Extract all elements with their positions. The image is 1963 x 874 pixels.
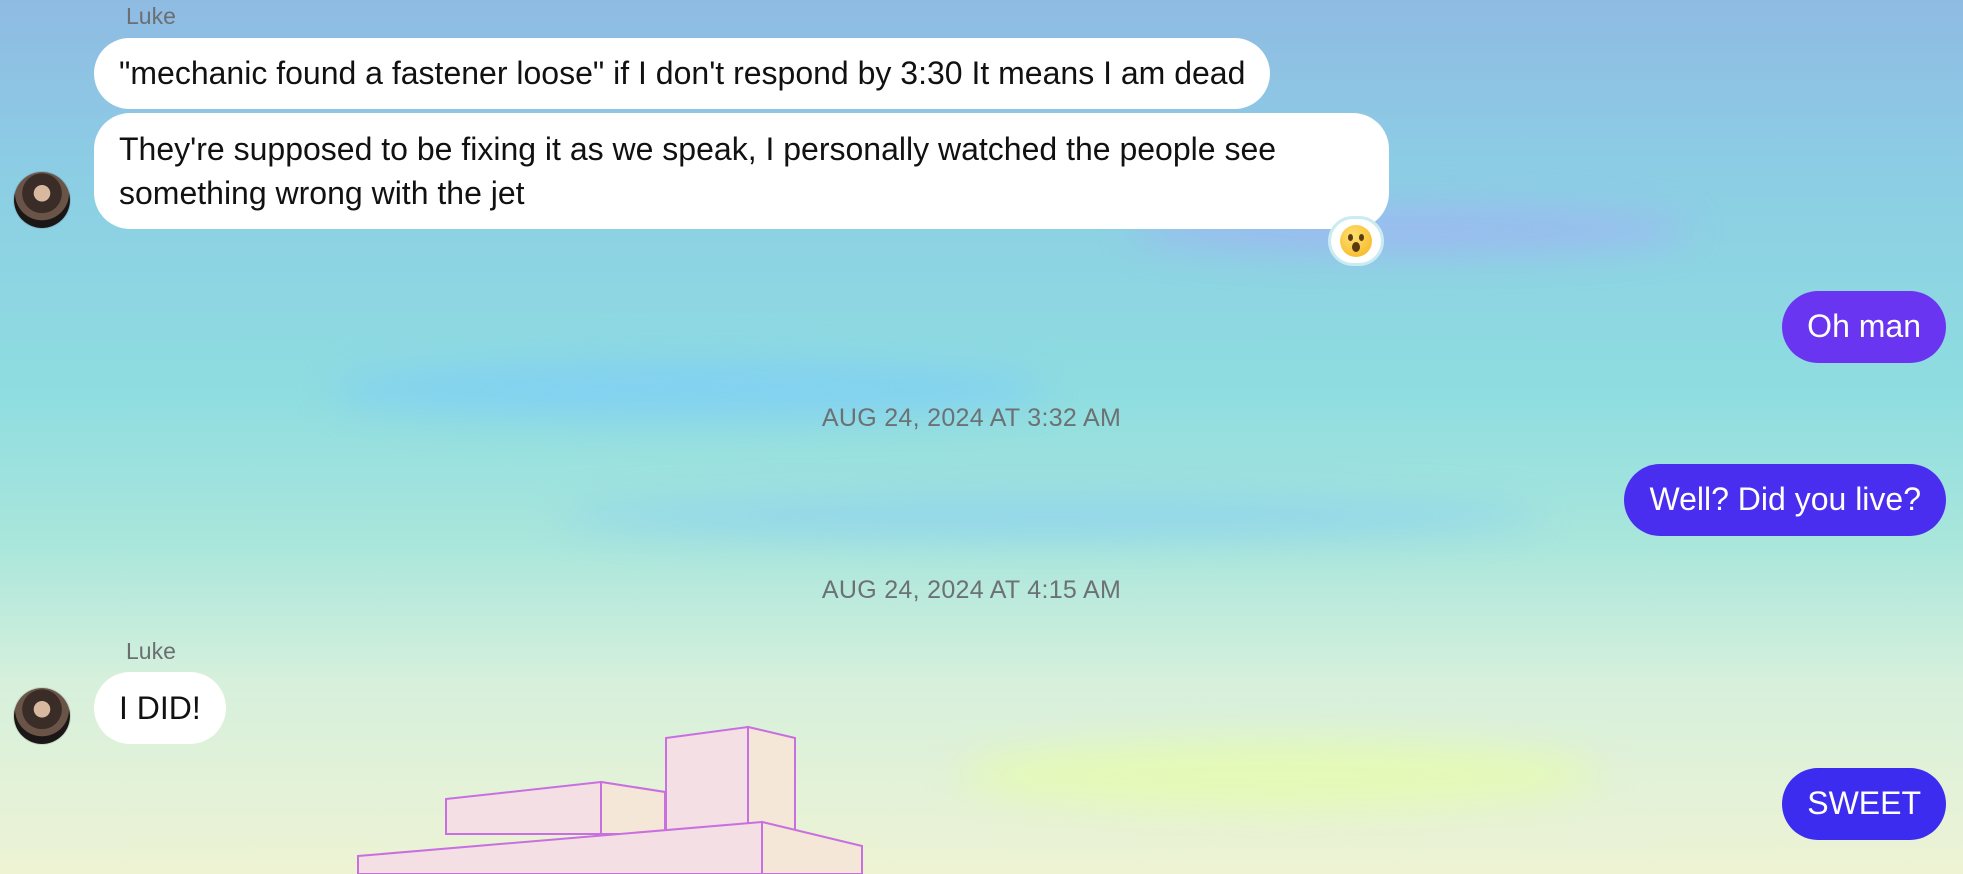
message-bubble[interactable]: I DID! (94, 672, 226, 744)
message-bubble-outgoing[interactable]: SWEET (1782, 768, 1946, 840)
message-bubble-outgoing[interactable]: Oh man (1782, 291, 1946, 363)
message-bubble[interactable]: They're supposed to be fixing it as we s… (94, 113, 1389, 229)
timestamp: AUG 24, 2024 AT 3:32 AM (821, 404, 1122, 432)
message-text: Oh man (1807, 308, 1921, 344)
sender-name: Luke (126, 3, 176, 29)
message-text: Well? Did you live? (1649, 481, 1921, 517)
reaction-badge[interactable] (1328, 216, 1384, 266)
sender-name: Luke (126, 638, 176, 664)
timestamp: AUG 24, 2024 AT 4:15 AM (821, 576, 1122, 604)
contact-avatar[interactable] (14, 688, 70, 744)
message-text: "mechanic found a fastener loose" if I d… (119, 55, 1246, 91)
message-text-line: something wrong with the jet (119, 175, 525, 211)
message-text-line: They're supposed to be fixing it as we s… (119, 131, 1277, 167)
message-bubble[interactable]: "mechanic found a fastener loose" if I d… (94, 38, 1271, 109)
message-text: SWEET (1807, 785, 1921, 821)
astonished-face-icon (1340, 225, 1372, 257)
message-text: I DID! (119, 690, 201, 726)
message-bubble-outgoing[interactable]: Well? Did you live? (1624, 464, 1946, 536)
contact-avatar[interactable] (14, 172, 70, 228)
